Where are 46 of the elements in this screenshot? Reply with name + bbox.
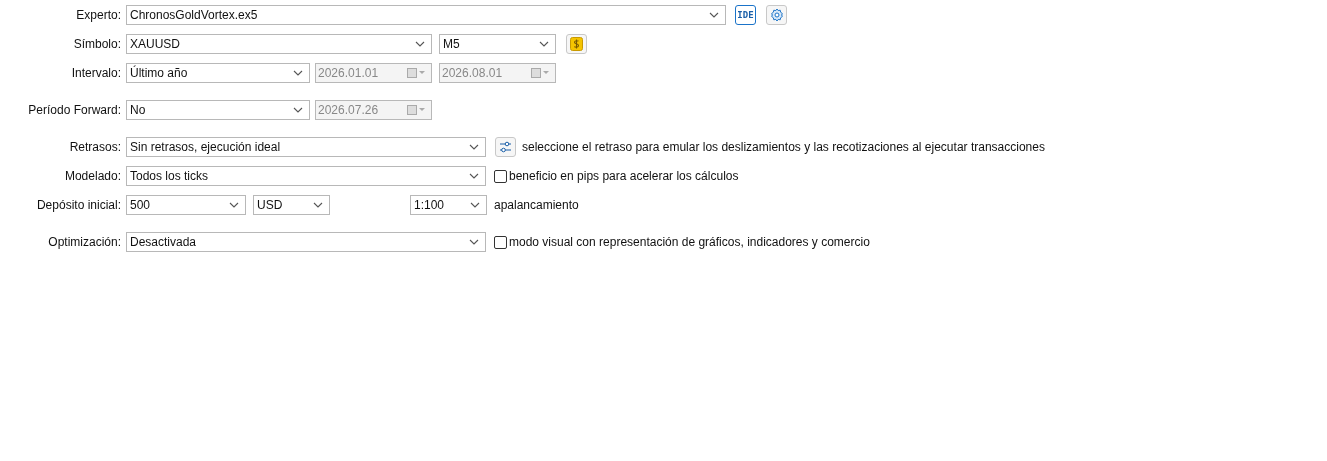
dollar-icon <box>570 37 583 51</box>
dropdown-caret-icon <box>293 107 303 113</box>
symbol-dropdown[interactable]: XAUUSD <box>126 34 432 54</box>
symbol-button[interactable] <box>566 34 587 54</box>
dropdown-caret-icon <box>469 173 479 179</box>
dropdown-caret-icon <box>539 41 549 47</box>
ide-button[interactable]: IDE <box>735 5 756 25</box>
optimization-dropdown[interactable]: Desactivada <box>126 232 486 252</box>
checkbox[interactable] <box>494 169 507 183</box>
field-label: Retrasos: <box>68 140 122 154</box>
leverage-label: apalancamiento <box>494 198 579 212</box>
forward-dropdown[interactable]: No <box>126 100 310 120</box>
deposit-dropdown[interactable]: 500 <box>126 195 246 215</box>
checkbox[interactable] <box>494 235 507 249</box>
field-label: Modelado: <box>63 169 122 183</box>
delay-settings-button[interactable] <box>495 137 516 157</box>
dropdown-caret-icon <box>470 202 480 208</box>
calendar-icon <box>531 68 551 78</box>
field-label: Depósito inicial: <box>35 198 122 212</box>
field-label: Optimización: <box>47 235 122 249</box>
expert-dropdown[interactable]: ChronosGoldVortex.ex5 <box>126 5 726 25</box>
calendar-icon <box>407 105 427 115</box>
delay-dropdown[interactable]: Sin retrasos, ejecución ideal <box>126 137 486 157</box>
checkbox-label: modo visual con representación de gráficos, indicadores y comercio <box>509 235 870 249</box>
interval-dropdown[interactable]: Último año <box>126 63 310 83</box>
field-label: Intervalo: <box>70 66 122 80</box>
field-label: Período Forward: <box>27 103 122 117</box>
settings-button[interactable] <box>766 5 787 25</box>
hint-text: seleccione el retraso para emular los deslizamientos y las recotizaciones al ejecutar transacciones <box>522 140 1045 154</box>
dropdown-caret-icon <box>229 202 239 208</box>
currency-dropdown[interactable]: USD <box>253 195 330 215</box>
field-label: Símbolo: <box>72 37 122 51</box>
dropdown-caret-icon <box>469 239 479 245</box>
checkbox-label: beneficio en pips para acelerar los cálculos <box>509 169 739 183</box>
settings-icon <box>769 8 784 22</box>
modeling-dropdown[interactable]: Todos los ticks <box>126 166 486 186</box>
calendar-icon <box>407 68 427 78</box>
field-label: Experto: <box>75 8 122 22</box>
dropdown-caret-icon <box>313 202 323 208</box>
dropdown-caret-icon <box>293 70 303 76</box>
leverage-dropdown[interactable]: 1:100 <box>410 195 487 215</box>
sliders-icon <box>499 141 512 153</box>
dropdown-caret-icon <box>469 144 479 150</box>
dropdown-caret-icon <box>415 41 425 47</box>
dropdown-caret-icon <box>709 12 719 18</box>
timeframe-dropdown[interactable]: M5 <box>439 34 556 54</box>
